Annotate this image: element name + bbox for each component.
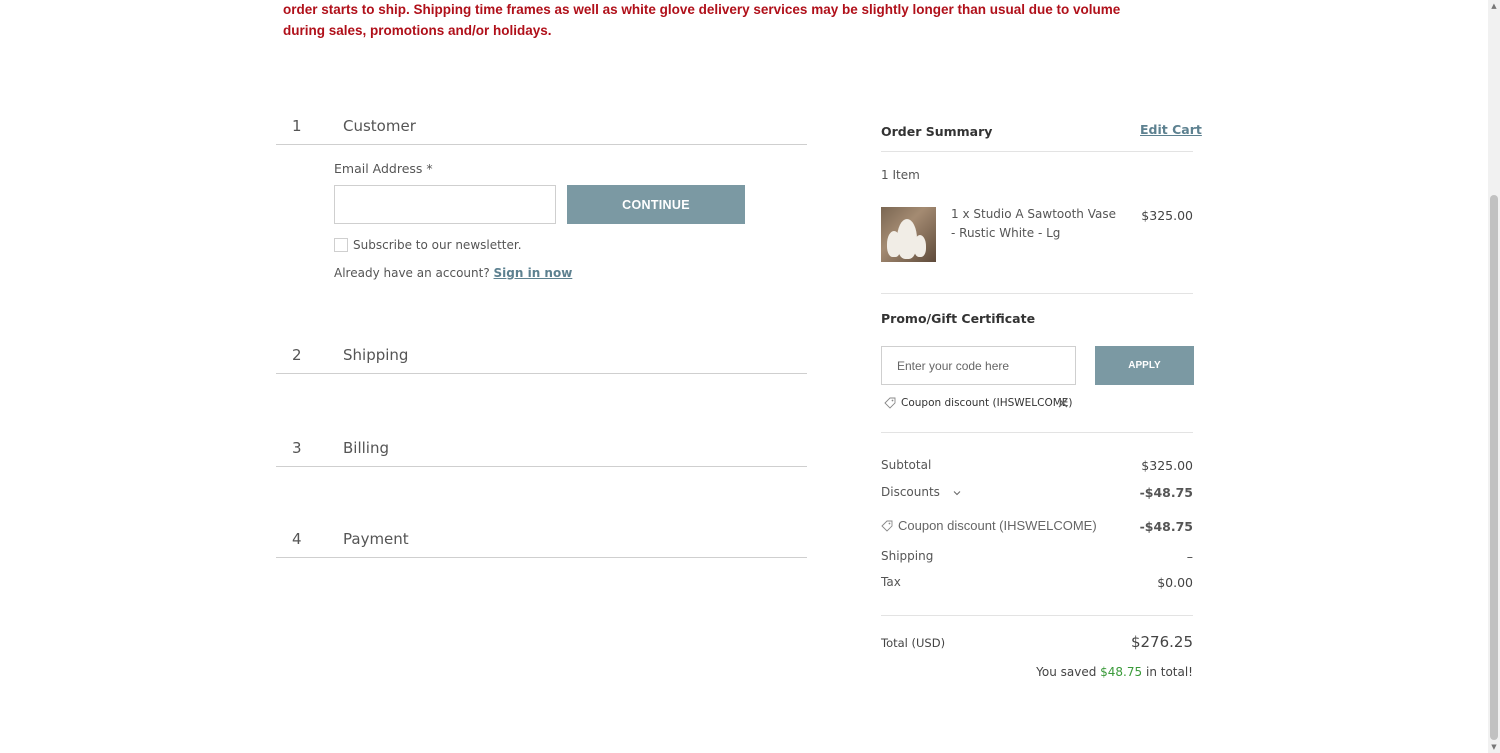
step-number: 3 (292, 439, 302, 457)
apply-button[interactable]: APPLY (1095, 346, 1194, 385)
newsletter-label: Subscribe to our newsletter. (353, 238, 522, 252)
tag-icon (884, 397, 896, 409)
discounts-value: -$48.75 (1139, 485, 1193, 500)
order-summary-title: Order Summary (881, 124, 993, 139)
chevron-down-icon (953, 490, 961, 495)
saved-suffix: in total! (1145, 665, 1193, 679)
email-input[interactable] (334, 185, 556, 224)
step-number: 1 (292, 117, 302, 135)
product-name: 1 x Studio A Sawtooth Vase - Rustic Whit… (951, 207, 1116, 240)
newsletter-checkbox[interactable] (334, 238, 348, 252)
step-title: Billing (343, 439, 389, 457)
account-prompt-line: Already have an account? Sign in now (334, 266, 572, 280)
step-shipping[interactable]: 2 Shipping (276, 338, 807, 374)
edit-cart-link[interactable]: Edit Cart (1140, 122, 1202, 137)
saved-amount: $48.75 (1100, 665, 1143, 679)
divider (881, 151, 1193, 152)
product-thumbnail (881, 207, 936, 262)
saved-prefix: You saved (1036, 665, 1097, 679)
shipping-value: – (1186, 549, 1193, 564)
saved-line: You saved $48.75 in total! (1036, 665, 1193, 679)
subtotal-value: $325.00 (1141, 458, 1193, 473)
divider (881, 615, 1193, 616)
coupon-discount-line: Coupon discount (IHSWELCOME) (881, 518, 1097, 533)
account-prompt: Already have an account? (334, 266, 490, 280)
tag-icon (881, 520, 893, 532)
newsletter-option[interactable]: Subscribe to our newsletter. (334, 238, 522, 252)
step-billing[interactable]: 3 Billing (276, 431, 807, 467)
email-label: Email Address * (334, 161, 433, 176)
close-icon[interactable] (1056, 396, 1070, 410)
step-number: 2 (292, 346, 302, 364)
promo-code-input[interactable] (881, 346, 1076, 385)
scroll-thumb[interactable] (1490, 195, 1498, 740)
shipping-notice: order starts to ship. Shipping time fram… (283, 2, 1121, 38)
step-title: Shipping (343, 346, 409, 364)
step-customer[interactable]: 1 Customer (276, 109, 807, 145)
divider (881, 293, 1193, 294)
total-value: $276.25 (1130, 633, 1193, 651)
total-label: Total (USD) (881, 636, 946, 650)
divider (881, 432, 1193, 433)
applied-coupon: Coupon discount (IHSWELCOME) (884, 397, 1073, 409)
step-number: 4 (292, 530, 302, 548)
subtotal-label: Subtotal (881, 458, 932, 472)
tax-value: $0.00 (1157, 575, 1193, 590)
scroll-up-arrow[interactable]: ▲ (1488, 0, 1500, 12)
product-price: $325.00 (1141, 208, 1193, 223)
item-count: 1 Item (881, 168, 920, 182)
sign-in-link[interactable]: Sign in now (494, 266, 573, 280)
coupon-line-label: Coupon discount (IHSWELCOME) (898, 518, 1097, 533)
shipping-label: Shipping (881, 549, 934, 563)
step-payment[interactable]: 4 Payment (276, 522, 807, 558)
step-title: Payment (343, 530, 409, 548)
continue-button[interactable]: CONTINUE (567, 185, 745, 224)
coupon-tag-label: Coupon discount (IHSWELCOME) (901, 397, 1073, 409)
promo-title: Promo/Gift Certificate (881, 311, 1036, 326)
step-title: Customer (343, 117, 416, 135)
discounts-label: Discounts (881, 485, 940, 499)
discounts-toggle[interactable]: Discounts (881, 485, 961, 499)
page-scrollbar[interactable]: ▲ ▼ (1488, 0, 1500, 753)
tax-label: Tax (881, 575, 901, 589)
scroll-down-arrow[interactable]: ▼ (1488, 741, 1500, 753)
coupon-line-value: -$48.75 (1139, 519, 1193, 534)
